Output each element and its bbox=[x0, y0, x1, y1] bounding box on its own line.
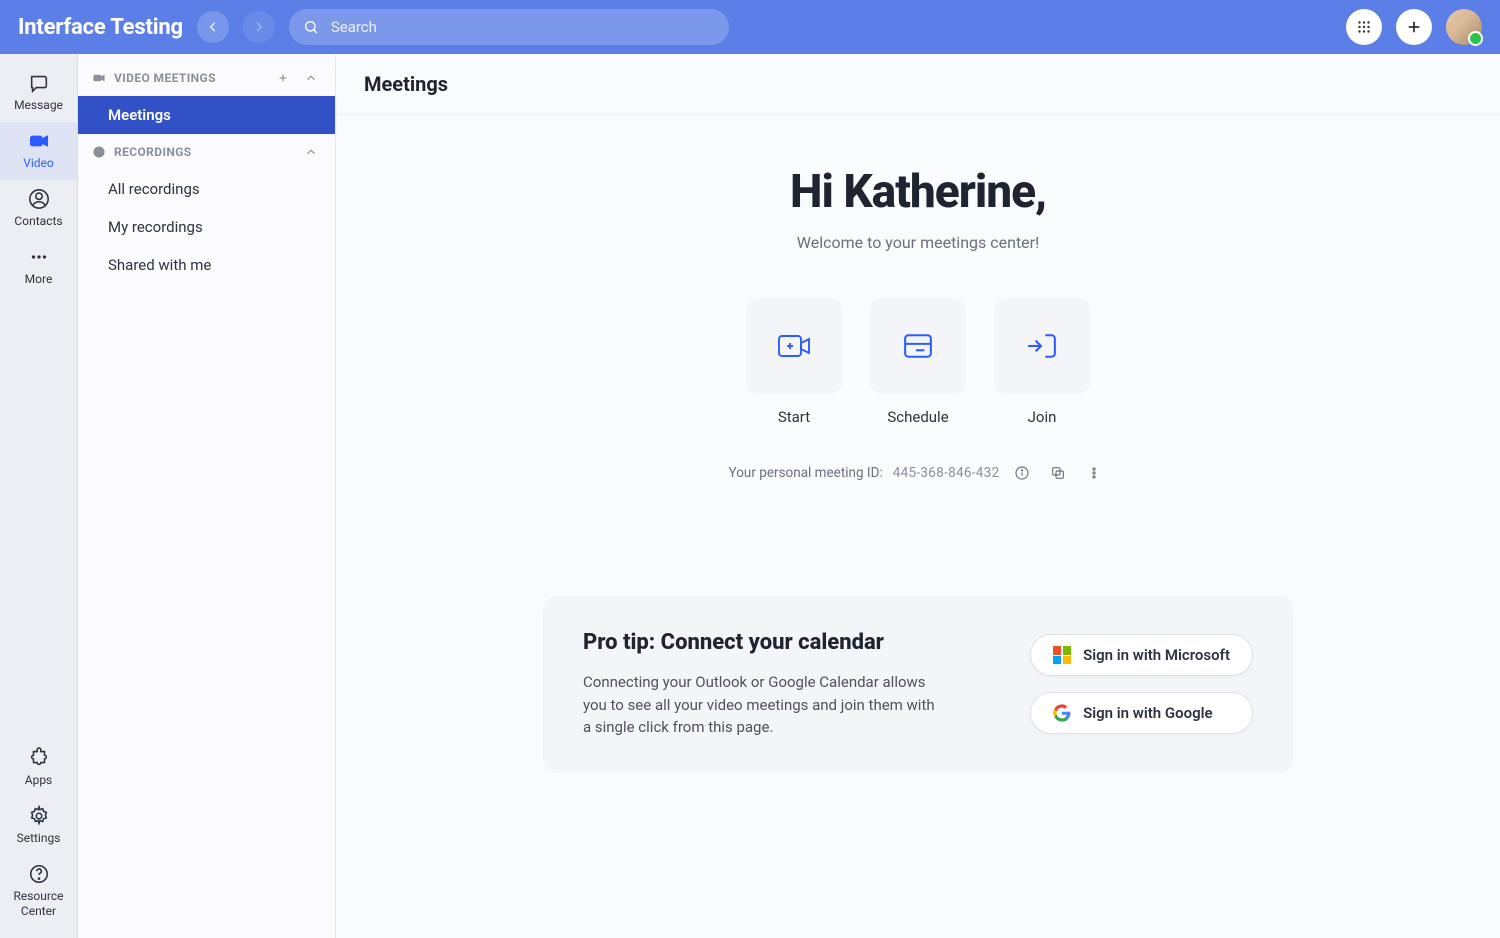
subnav-item-shared-with-me[interactable]: Shared with me bbox=[78, 246, 335, 284]
subnav-item-meetings[interactable]: Meetings bbox=[78, 96, 335, 134]
plus-icon bbox=[276, 71, 290, 85]
chevron-right-icon bbox=[252, 20, 266, 34]
join-icon bbox=[1025, 331, 1059, 361]
rail-item-contacts[interactable]: Contacts bbox=[0, 180, 77, 238]
chevron-up-icon bbox=[304, 71, 318, 85]
more-icon bbox=[28, 246, 50, 268]
pmi-copy-button[interactable] bbox=[1045, 460, 1071, 486]
rail-item-message[interactable]: Message bbox=[0, 64, 77, 122]
greeting: Hi Katherine, bbox=[790, 165, 1046, 219]
subnav-section-recordings[interactable]: RECORDINGS bbox=[78, 134, 335, 170]
video-icon bbox=[28, 130, 50, 152]
plus-icon bbox=[1405, 18, 1423, 36]
microsoft-icon bbox=[1053, 646, 1071, 664]
add-meeting-button[interactable] bbox=[273, 68, 293, 88]
gear-icon bbox=[28, 805, 50, 827]
tip-title: Pro tip: Connect your calendar bbox=[583, 630, 990, 655]
google-icon bbox=[1053, 704, 1071, 722]
page-header: Meetings bbox=[336, 54, 1500, 115]
calendar-tip-card: Pro tip: Connect your calendar Connectin… bbox=[543, 596, 1293, 773]
pmi-label: Your personal meeting ID: bbox=[729, 465, 883, 481]
chat-icon bbox=[28, 72, 50, 94]
rail-item-video[interactable]: Video bbox=[0, 122, 77, 180]
info-icon bbox=[1014, 465, 1030, 481]
dialpad-button[interactable] bbox=[1346, 9, 1382, 45]
chevron-left-icon bbox=[206, 20, 220, 34]
start-meeting-button[interactable]: Start bbox=[746, 298, 842, 426]
collapse-recordings[interactable] bbox=[301, 142, 321, 162]
calendar-icon bbox=[901, 331, 935, 361]
dialpad-icon bbox=[1355, 18, 1373, 36]
rail-label: More bbox=[25, 272, 53, 286]
action-label: Start bbox=[778, 408, 810, 426]
subnav: VIDEO MEETINGS Meetings RECORDINGS All r… bbox=[78, 54, 336, 938]
app-title: Interface Testing bbox=[18, 15, 183, 40]
subnav-section-video-meetings[interactable]: VIDEO MEETINGS bbox=[78, 60, 335, 96]
more-vertical-icon bbox=[1086, 465, 1102, 481]
sign-in-google-button[interactable]: Sign in with Google bbox=[1030, 692, 1253, 734]
collapse-video-meetings[interactable] bbox=[301, 68, 321, 88]
button-label: Sign in with Google bbox=[1083, 704, 1213, 722]
rail-label: Contacts bbox=[14, 214, 62, 228]
pmi-value: 445-368-846-432 bbox=[893, 465, 1000, 481]
search-field[interactable] bbox=[289, 9, 729, 45]
play-circle-icon bbox=[92, 145, 106, 159]
rail-item-resource-center[interactable]: Resource Center bbox=[0, 855, 77, 928]
rail-item-settings[interactable]: Settings bbox=[0, 797, 77, 855]
subnav-section-label: RECORDINGS bbox=[114, 145, 192, 159]
puzzle-icon bbox=[28, 747, 50, 769]
nav-forward-button bbox=[243, 11, 275, 43]
subnav-item-my-recordings[interactable]: My recordings bbox=[78, 208, 335, 246]
sign-in-microsoft-button[interactable]: Sign in with Microsoft bbox=[1030, 634, 1253, 676]
subnav-item-all-recordings[interactable]: All recordings bbox=[78, 170, 335, 208]
rail-item-more[interactable]: More bbox=[0, 238, 77, 296]
copy-icon bbox=[1050, 465, 1066, 481]
button-label: Sign in with Microsoft bbox=[1083, 646, 1230, 664]
user-icon bbox=[28, 188, 50, 210]
subnav-section-label: VIDEO MEETINGS bbox=[114, 71, 216, 85]
pmi-more-button[interactable] bbox=[1081, 460, 1107, 486]
left-rail: Message Video Contacts More Apps Setting… bbox=[0, 54, 78, 938]
rail-item-apps[interactable]: Apps bbox=[0, 739, 77, 797]
action-label: Join bbox=[1028, 408, 1057, 426]
user-avatar[interactable] bbox=[1446, 9, 1482, 45]
personal-meeting-id-row: Your personal meeting ID: 445-368-846-43… bbox=[729, 460, 1108, 486]
chevron-up-icon bbox=[304, 145, 318, 159]
rail-label: Message bbox=[14, 98, 63, 112]
nav-back-button[interactable] bbox=[197, 11, 229, 43]
page-title: Meetings bbox=[364, 72, 1472, 96]
join-meeting-button[interactable]: Join bbox=[994, 298, 1090, 426]
top-bar: Interface Testing bbox=[0, 0, 1500, 54]
video-icon bbox=[92, 71, 106, 85]
start-video-icon bbox=[777, 331, 811, 361]
action-label: Schedule bbox=[887, 408, 948, 426]
rail-label: Video bbox=[23, 156, 54, 170]
rail-label: Resource Center bbox=[0, 889, 77, 918]
quick-actions: Start Schedule Join bbox=[746, 298, 1090, 426]
tip-body: Connecting your Outlook or Google Calend… bbox=[583, 671, 943, 739]
rail-label: Settings bbox=[17, 831, 61, 845]
rail-label: Apps bbox=[25, 773, 53, 787]
help-icon bbox=[28, 863, 50, 885]
pmi-info-button[interactable] bbox=[1009, 460, 1035, 486]
main-content: Meetings Hi Katherine, Welcome to your m… bbox=[336, 54, 1500, 938]
welcome-text: Welcome to your meetings center! bbox=[797, 233, 1039, 252]
schedule-meeting-button[interactable]: Schedule bbox=[870, 298, 966, 426]
search-input[interactable] bbox=[329, 17, 715, 37]
new-button[interactable] bbox=[1396, 9, 1432, 45]
search-icon bbox=[303, 19, 319, 35]
